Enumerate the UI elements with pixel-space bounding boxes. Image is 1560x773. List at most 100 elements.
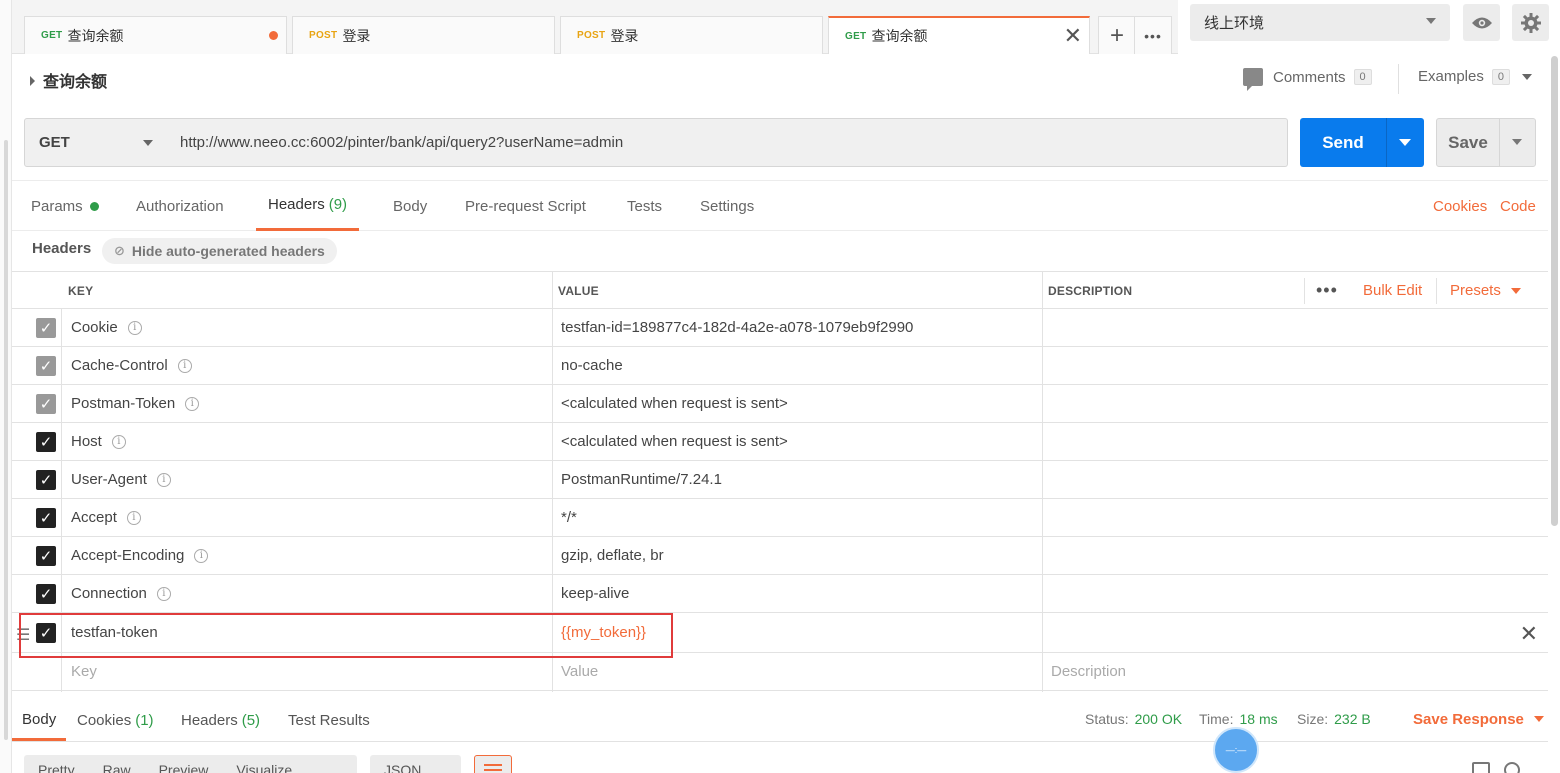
header-key[interactable]: Accept i xyxy=(71,499,141,536)
row-checkbox[interactable]: ✓ xyxy=(36,508,56,528)
presets-button[interactable]: Presets xyxy=(1450,272,1521,309)
header-key[interactable]: Cache-Control i xyxy=(71,347,192,384)
tab-response-cookies[interactable]: Cookies (1) xyxy=(77,700,154,741)
row-checkbox[interactable]: ✓ xyxy=(36,394,56,414)
header-value[interactable]: PostmanRuntime/7.24.1 xyxy=(561,461,722,498)
wrap-lines-button[interactable] xyxy=(474,755,512,773)
environment-quick-look-button[interactable] xyxy=(1463,4,1500,41)
bulk-edit-button[interactable]: Bulk Edit xyxy=(1363,272,1422,309)
method-select[interactable]: GET xyxy=(24,118,168,167)
row-checkbox[interactable]: ✓ xyxy=(36,470,56,490)
save-response-button[interactable]: Save Response xyxy=(1413,700,1544,738)
send-button[interactable]: Send xyxy=(1300,118,1424,167)
header-key-text: Cookie xyxy=(71,319,118,336)
header-value[interactable]: testfan-id=189877c4-182d-4a2e-a078-1079e… xyxy=(561,309,913,346)
format-raw[interactable]: Raw xyxy=(103,762,131,773)
header-key[interactable]: Connection i xyxy=(71,575,171,612)
method-selected: GET xyxy=(39,134,70,151)
row-checkbox[interactable]: ✓ xyxy=(36,432,56,452)
tab-prerequest-script[interactable]: Pre-request Script xyxy=(465,181,586,231)
tab-authorization[interactable]: Authorization xyxy=(136,181,224,231)
cookies-link[interactable]: Cookies xyxy=(1433,181,1487,231)
floating-assistant-icon[interactable]: —:— xyxy=(1213,727,1259,773)
method-badge: GET xyxy=(41,30,63,41)
header-value[interactable]: <calculated when request is sent> xyxy=(561,423,788,460)
header-key[interactable]: Cookie i xyxy=(71,309,142,346)
tab-settings[interactable]: Settings xyxy=(700,181,754,231)
info-icon[interactable]: i xyxy=(185,396,200,411)
eye-slash-icon: ⊘ xyxy=(114,243,125,258)
save-options-chevron-icon[interactable] xyxy=(1512,139,1522,145)
comment-icon xyxy=(1243,68,1263,91)
delete-row-icon[interactable]: ✕ xyxy=(1520,621,1538,647)
row-checkbox[interactable]: ✓ xyxy=(36,546,56,566)
new-description-input[interactable]: Description xyxy=(1051,653,1126,690)
header-value[interactable]: */* xyxy=(561,499,577,536)
tab-response-body[interactable]: Body xyxy=(12,700,67,741)
more-options-button[interactable]: ••• xyxy=(1316,272,1338,309)
format-type-select[interactable]: JSON xyxy=(370,755,461,773)
response-status[interactable]: Status: 200 OK xyxy=(1085,700,1182,738)
row-checkbox[interactable]: ✓ xyxy=(36,584,56,604)
examples-label: Examples xyxy=(1418,68,1484,85)
info-icon[interactable]: i xyxy=(126,510,141,525)
request-name[interactable]: 查询余额 xyxy=(30,68,107,92)
tab-test-results[interactable]: Test Results xyxy=(288,700,370,741)
column-key: KEY xyxy=(68,283,94,298)
row-checkbox[interactable]: ✓ xyxy=(36,318,56,338)
new-key-input[interactable]: Key xyxy=(71,653,97,690)
info-icon[interactable]: i xyxy=(194,548,209,563)
more-tabs-button[interactable]: ••• xyxy=(1134,16,1172,54)
copy-icon[interactable] xyxy=(1472,762,1490,773)
save-button[interactable]: Save xyxy=(1436,118,1536,167)
response-size[interactable]: Size: 232 B xyxy=(1297,700,1371,738)
header-key[interactable]: User-Agent i xyxy=(71,461,171,498)
close-tab-icon[interactable]: ✕ xyxy=(1064,25,1082,47)
tab-get-balance-active[interactable]: GET 查询余额 ✕ xyxy=(828,16,1090,54)
tab-response-headers[interactable]: Headers (5) xyxy=(181,700,260,741)
info-icon[interactable]: i xyxy=(111,434,126,449)
header-key[interactable]: Postman-Token i xyxy=(71,385,200,422)
new-value-input[interactable]: Value xyxy=(561,653,598,690)
tab-params[interactable]: Params xyxy=(31,181,99,231)
header-key[interactable]: Host i xyxy=(71,423,126,460)
info-icon[interactable]: i xyxy=(156,472,171,487)
header-value[interactable]: keep-alive xyxy=(561,575,629,612)
hide-auto-generated-headers-button[interactable]: ⊘ Hide auto-generated headers xyxy=(102,238,337,264)
examples-button[interactable]: Examples 0 xyxy=(1418,68,1532,85)
header-key-text: Accept-Encoding xyxy=(71,547,185,564)
send-options-chevron-icon[interactable] xyxy=(1399,139,1411,146)
environment-select[interactable]: 线上环境 xyxy=(1190,4,1450,41)
format-preview[interactable]: Preview xyxy=(159,762,209,773)
code-link[interactable]: Code xyxy=(1500,181,1536,231)
right-scrollbar[interactable] xyxy=(1551,56,1558,526)
info-icon[interactable]: i xyxy=(177,358,192,373)
tab-get-balance-1[interactable]: GET 查询余额 xyxy=(24,16,287,54)
comments-button[interactable]: Comments 0 xyxy=(1243,68,1372,91)
method-badge: POST xyxy=(309,30,338,41)
tab-post-login-2[interactable]: POST 登录 xyxy=(560,16,823,54)
save-label: Save xyxy=(1448,132,1488,152)
tab-response-headers-label: Headers xyxy=(181,712,238,729)
tab-body[interactable]: Body xyxy=(393,181,427,231)
tab-tests[interactable]: Tests xyxy=(627,181,662,231)
header-value[interactable]: <calculated when request is sent> xyxy=(561,385,788,422)
url-input[interactable]: http://www.neeo.cc:6002/pinter/bank/api/… xyxy=(167,118,1288,167)
format-pretty[interactable]: Pretty xyxy=(38,762,75,773)
add-tab-button[interactable]: + xyxy=(1098,16,1136,54)
environment-settings-button[interactable] xyxy=(1512,4,1549,41)
search-icon[interactable] xyxy=(1504,762,1520,773)
size-value: 232 B xyxy=(1334,711,1371,727)
divider xyxy=(1304,278,1305,304)
header-value[interactable]: no-cache xyxy=(561,347,623,384)
header-key[interactable]: Accept-Encoding i xyxy=(71,537,209,574)
format-visualize[interactable]: Visualize xyxy=(236,762,292,773)
expand-caret-icon[interactable] xyxy=(30,76,35,86)
tab-headers[interactable]: Headers (9) xyxy=(256,181,360,231)
info-icon[interactable]: i xyxy=(127,320,142,335)
header-value[interactable]: gzip, deflate, br xyxy=(561,537,664,574)
left-scrollbar[interactable] xyxy=(4,140,8,740)
row-checkbox[interactable]: ✓ xyxy=(36,356,56,376)
info-icon[interactable]: i xyxy=(156,586,171,601)
tab-post-login-1[interactable]: POST 登录 xyxy=(292,16,555,54)
